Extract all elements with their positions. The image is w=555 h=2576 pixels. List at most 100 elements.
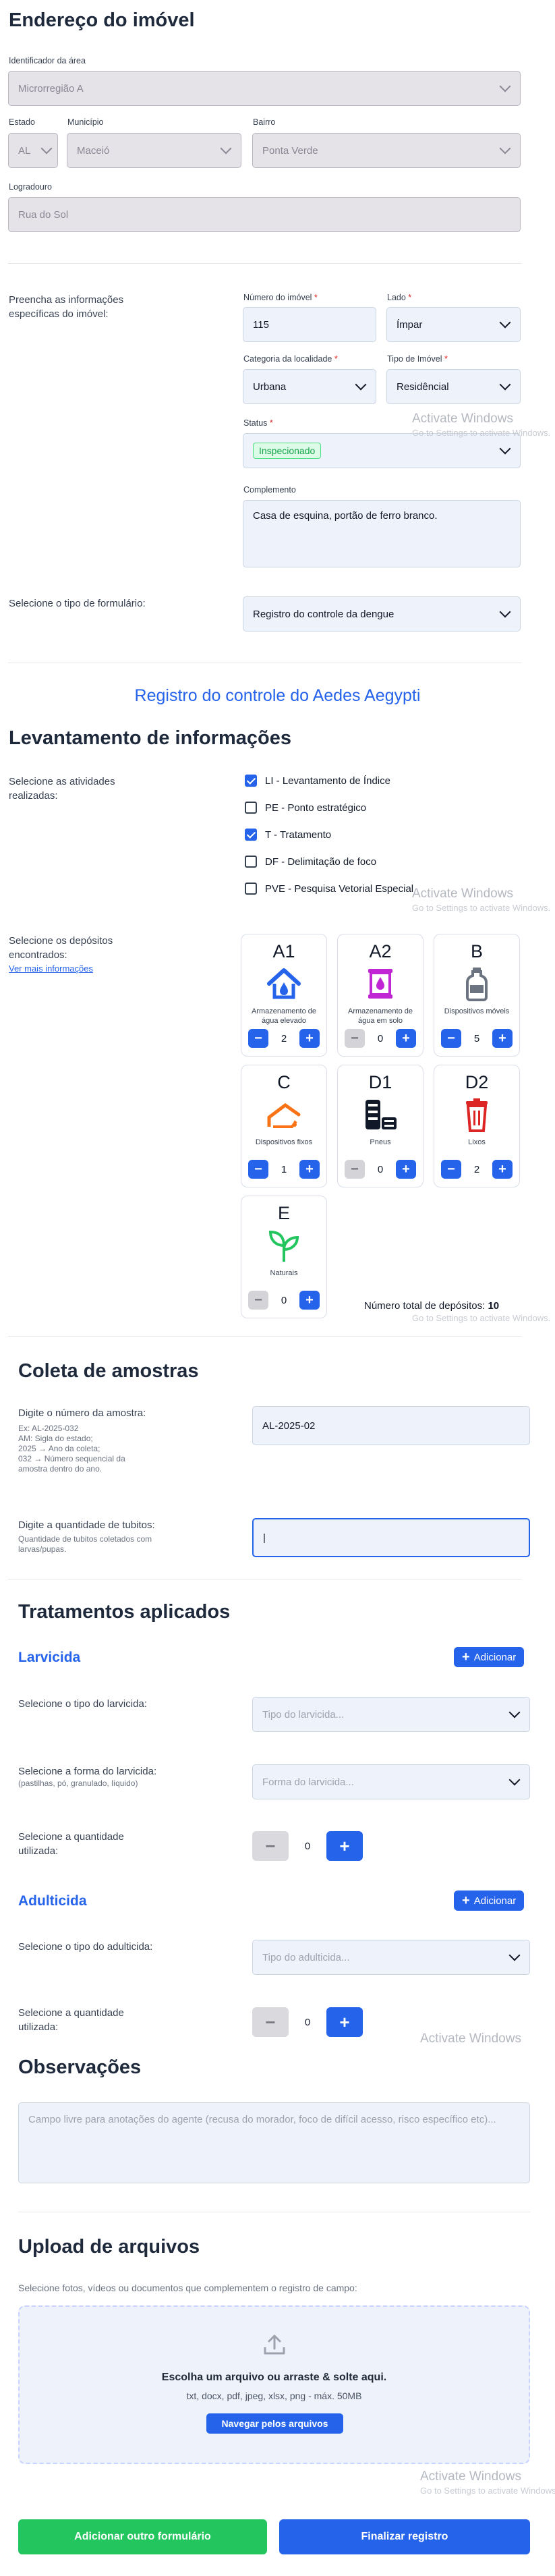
deposits-total: Número total de depósitos: 10 [364,1300,500,1312]
larvicide-type-label: Selecione o tipo do larvicida: [18,1698,147,1710]
add-label: Adicionar [473,1895,517,1907]
increment-button[interactable]: + [326,2007,363,2037]
increment-button[interactable]: + [299,1029,320,1048]
divider [8,263,522,264]
larvicide-form-select[interactable]: Forma do larvicida... [252,1764,530,1799]
ground-tank-icon [360,965,401,1003]
bottle-icon [457,965,497,1003]
add-form-button[interactable]: Adicionar outro formulário [18,2519,267,2554]
activate-windows-watermark: Activate Windows [412,412,513,426]
activity-df-checkbox[interactable]: DF - Delimitação de foco [245,856,376,868]
survey-title: Levantamento de informações [9,727,291,749]
decrement-button[interactable]: − [248,1291,268,1310]
deposits-label: Selecione os depósitos encontrados: [9,935,113,961]
deposit-code: B [470,941,483,961]
activate-windows-hint: Go to Settings to activate Windows. [412,1313,551,1323]
deposit-code: D1 [368,1072,392,1092]
deposit-code: D2 [465,1072,489,1092]
upload-drop-types: txt, docx, pdf, jpeg, xlsx, png - máx. 5… [186,2390,362,2401]
sample-number-value: AL-2025-02 [262,1420,316,1432]
increment-button[interactable]: + [299,1160,320,1179]
checkbox-empty-icon [245,883,257,895]
adulticide-type-select[interactable]: Tipo do adulticida... [252,1940,530,1975]
area-id-value: Microrregião A [18,82,84,94]
activity-pve-checkbox[interactable]: PVE - Pesquisa Vetorial Especial [245,883,413,895]
more-info-link[interactable]: Ver mais informações [9,963,93,974]
decrement-button[interactable]: − [252,2007,289,2037]
browse-files-button[interactable]: Navegar pelos arquivos [206,2413,343,2434]
increment-button[interactable]: + [396,1029,416,1048]
chevron-down-icon [355,379,367,391]
checkbox-empty-icon [245,856,257,868]
chevron-down-icon [40,142,53,155]
status-select[interactable]: Inspecionado [243,433,521,468]
street-value: Rua do Sol [18,208,69,221]
larvicide-qty-label: Selecione a quantidade utilizada: [18,1831,124,1857]
number-input[interactable]: 115 [243,307,376,342]
decrement-button[interactable]: − [252,1831,289,1861]
chevron-down-icon [499,379,511,391]
increment-button[interactable]: + [492,1160,513,1179]
state-label: Estado [9,117,35,127]
complement-value: Casa de esquina, portão de ferro branco. [253,510,438,522]
adulticide-qty-stepper: − 0 + [252,2007,363,2037]
deposit-code: A1 [272,941,295,961]
decrement-button[interactable]: − [345,1029,365,1048]
decrement-button[interactable]: − [345,1160,365,1179]
type-value: Residêncial [397,381,449,393]
deposit-name: Naturais [270,1269,298,1277]
activate-windows-hint: Go to Settings to activate Windows. [412,428,551,438]
adulticide-type-placeholder: Tipo do adulticida... [262,1951,350,1963]
adulticide-type-label: Selecione o tipo do adulticida: [18,1941,153,1953]
status-label: Status * [243,418,273,428]
add-adulticide-button[interactable]: + Adicionar [454,1891,525,1911]
complement-label: Complemento [243,485,296,495]
finish-button[interactable]: Finalizar registro [279,2519,530,2554]
activate-windows-hint: Go to Settings to activate Windows. [412,903,551,913]
street-label: Logradouro [9,182,52,192]
registry-title: Registro do controle do Aedes Aegypti [134,686,421,705]
side-select[interactable]: Ímpar [386,307,521,342]
deposit-name: Dispositivos fixos [255,1138,313,1146]
decrement-button[interactable]: − [441,1160,461,1179]
adulticide-qty-label: Selecione a quantidade utilizada: [18,2007,124,2033]
district-label: Bairro [253,117,276,127]
decrement-button[interactable]: − [248,1029,268,1048]
locality-select[interactable]: Urbana [243,369,376,404]
complement-textarea[interactable]: Casa de esquina, portão de ferro branco. [243,500,521,567]
notes-textarea[interactable]: Campo livre para anotações do agente (re… [18,2102,530,2183]
sample-number-label: Digite o número da amostra: [18,1407,146,1419]
increment-button[interactable]: + [326,1831,363,1861]
type-select[interactable]: Residêncial [386,369,521,404]
trash-icon [457,1096,497,1133]
larvicide-form-hint: (pastilhas, pó, granulado, líquido) [18,1779,138,1788]
state-select: AL [8,133,58,168]
increment-button[interactable]: + [492,1029,513,1048]
house-water-icon [264,965,304,1003]
chevron-down-icon [499,443,511,455]
number-label: Número do imóvel * [243,293,318,302]
decrement-button[interactable]: − [441,1029,461,1048]
add-label: Adicionar [473,1651,517,1663]
increment-button[interactable]: + [299,1291,320,1310]
decrement-button[interactable]: − [248,1160,268,1179]
upload-dropzone[interactable]: Escolha um arquivo ou arraste & solte aq… [18,2305,530,2464]
increment-button[interactable]: + [396,1160,416,1179]
activity-li-checkbox[interactable]: LI - Levantamento de Índice [245,775,390,787]
deposit-name: Dispositivos móveis [444,1007,510,1015]
tubes-label: Digite a quantidade de tubitos: [18,1519,155,1531]
activity-pe-checkbox[interactable]: PE - Ponto estratégico [245,802,366,814]
city-value: Maceió [77,144,110,157]
locality-label: Categoria da localidade * [243,354,338,364]
deposit-card-b: B Dispositivos móveis −5 + [434,934,520,1057]
add-larvicide-button[interactable]: + Adicionar [454,1647,525,1667]
deposit-code: C [277,1072,291,1092]
activity-t-checkbox[interactable]: T - Tratamento [245,829,331,841]
side-value: Ímpar [397,318,423,331]
larvicide-type-select[interactable]: Tipo do larvicida... [252,1697,530,1732]
sample-number-input[interactable]: AL-2025-02 [252,1406,530,1445]
deposit-count: 0 [281,1294,287,1306]
tubes-input[interactable]: | [252,1518,530,1557]
side-label: Lado * [387,293,412,302]
form-type-select[interactable]: Registro do controle da dengue [243,596,521,632]
